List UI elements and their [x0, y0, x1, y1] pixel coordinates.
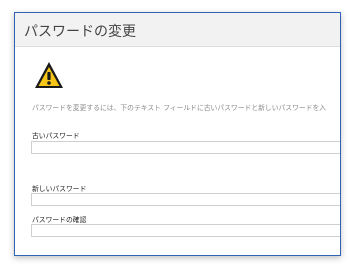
confirm-password-field[interactable]: [31, 224, 340, 237]
dialog-header: パスワードの変更: [15, 13, 340, 47]
change-password-dialog: パスワードの変更 パスワードを変更するには、下のテキスト フィールドに古いパスワ…: [14, 12, 341, 256]
new-password-field[interactable]: [31, 193, 340, 206]
dialog-title: パスワードの変更: [24, 24, 136, 40]
instruction-text: パスワードを変更するには、下のテキスト フィールドに古いパスワードと新しいパスワ…: [32, 104, 327, 112]
new-password-label: 新しいパスワード: [32, 185, 87, 193]
warning-icon: [34, 60, 64, 90]
confirm-password-label: パスワードの確認: [32, 216, 87, 224]
old-password-label: 古いパスワード: [32, 132, 80, 140]
old-password-field[interactable]: [31, 141, 340, 154]
